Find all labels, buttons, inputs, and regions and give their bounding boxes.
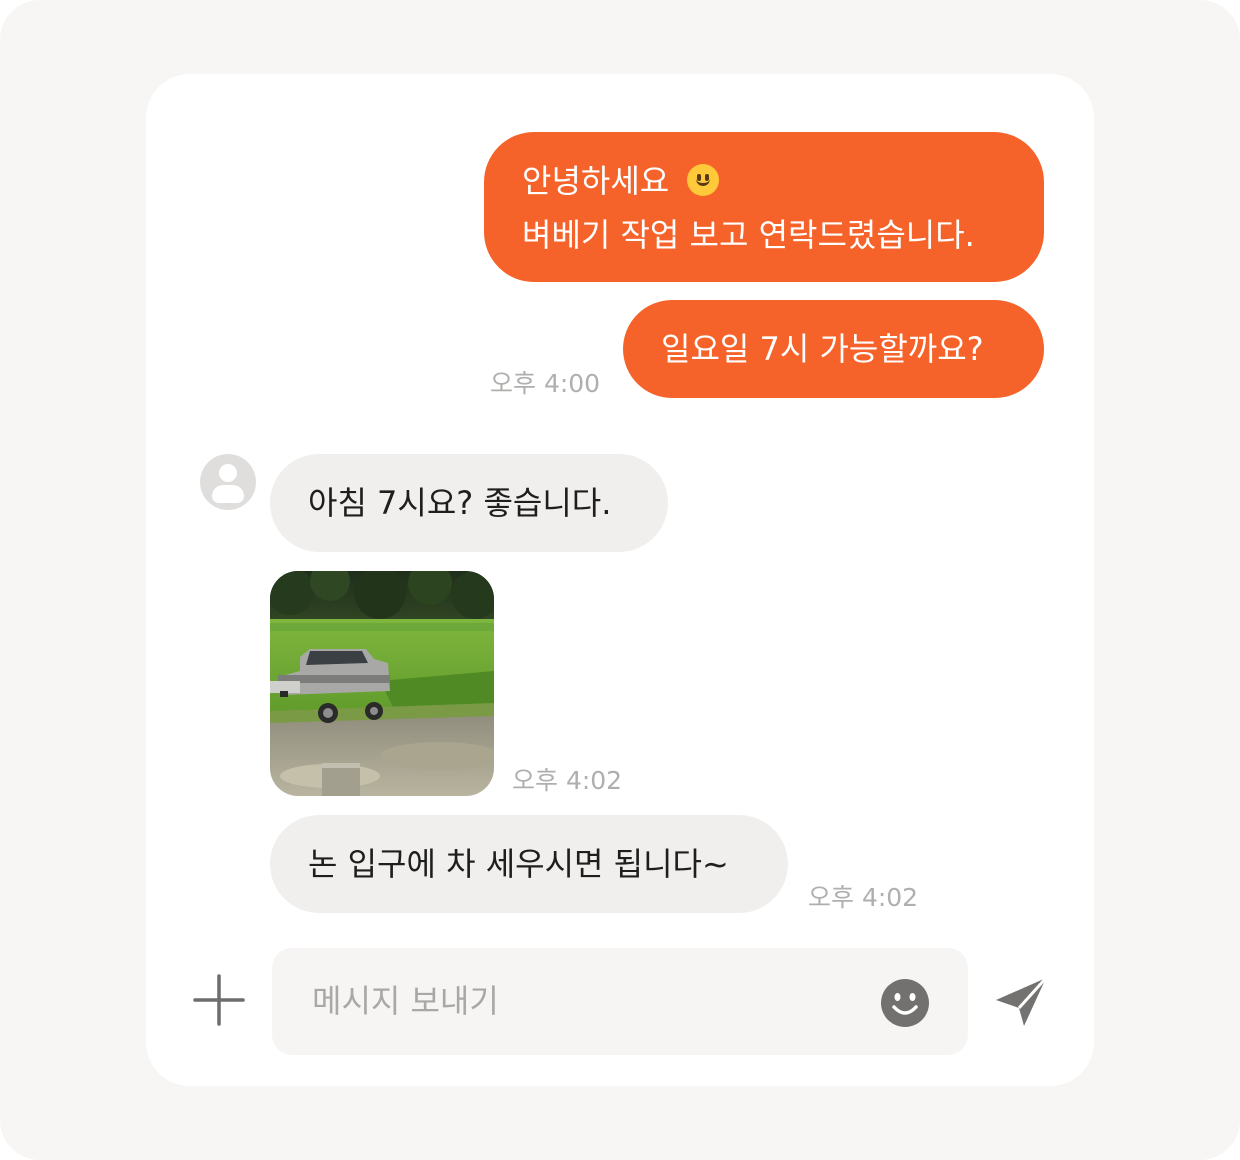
- message-timestamp: 오후 4:00: [490, 369, 601, 398]
- smile-icon[interactable]: [880, 978, 930, 1028]
- truck-in-field-photo: [270, 571, 494, 796]
- message-text: 논 입구에 차 세우시면 됩니다~: [308, 845, 729, 883]
- avatar[interactable]: [200, 454, 256, 510]
- message-timestamp: 오후 4:02: [808, 883, 919, 912]
- plus-icon[interactable]: [193, 974, 245, 1026]
- incoming-message-bubble: 논 입구에 차 세우시면 됩니다~: [270, 815, 788, 913]
- avatar-head: [219, 464, 237, 482]
- message-text: 아침 7시요? 좋습니다.: [308, 484, 612, 522]
- photo-message[interactable]: [270, 571, 494, 796]
- slightly-smiling-face-icon: [687, 164, 720, 196]
- message-line: 안녕하세요: [522, 154, 1044, 208]
- message-text: 안녕하세요: [522, 162, 670, 200]
- message-input[interactable]: [312, 975, 852, 1027]
- message-text: 벼베기 작업 보고 연락드렸습니다.: [522, 216, 975, 254]
- avatar-shoulders: [212, 485, 244, 503]
- message-text: 일요일 7시 가능할까요?: [661, 330, 984, 368]
- message-composer: [272, 948, 968, 1055]
- send-icon[interactable]: [994, 976, 1048, 1028]
- message-timestamp: 오후 4:02: [512, 766, 623, 795]
- incoming-message-bubble: 아침 7시요? 좋습니다.: [270, 454, 668, 552]
- outgoing-message-bubble: 안녕하세요 벼베기 작업 보고 연락드렸습니다.: [484, 132, 1044, 282]
- outgoing-message-bubble: 일요일 7시 가능할까요?: [623, 300, 1044, 398]
